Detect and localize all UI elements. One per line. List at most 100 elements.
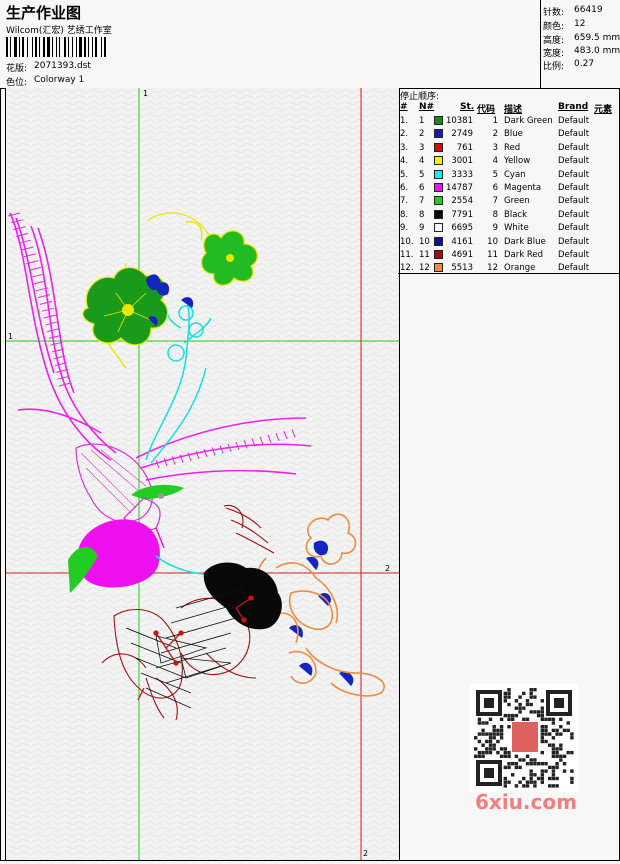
- stop-sequence-title: 停止顺序:: [400, 92, 440, 102]
- row-stitch-count: 10381: [445, 116, 473, 126]
- row-needle: 12: [419, 263, 430, 274]
- stop-sequence-row[interactable]: 11. 11 4691 11 Dark Red Default: [400, 250, 618, 263]
- row-needle: 8: [419, 209, 425, 220]
- row-index: 10.: [400, 236, 414, 247]
- axis-label-top: 1: [143, 89, 148, 98]
- stop-sequence-row[interactable]: 3. 3 761 3 Red Default: [400, 142, 618, 156]
- stop-sequence-row[interactable]: 7. 7 2554 7 Green Default: [400, 196, 618, 209]
- row-needle: 3: [419, 142, 425, 153]
- stop-sequence-row[interactable]: 12. 12 5513 12 Orange Default: [400, 263, 618, 276]
- row-stitch-count: 5513: [451, 263, 473, 274]
- row-brand: Default: [558, 250, 590, 260]
- color-swatch: [434, 236, 443, 246]
- stop-sequence-row[interactable]: 2. 2 2749 2 Blue Default: [400, 129, 618, 142]
- row-code: 8: [492, 209, 498, 220]
- color-swatch: [434, 250, 443, 259]
- row-code: 10: [487, 236, 498, 247]
- studio-name: Wilcom(汇宏) 艺绣工作室: [6, 26, 112, 36]
- row-code: 12: [487, 263, 498, 274]
- row-brand: Default: [558, 183, 590, 193]
- color-swatch: [434, 223, 443, 233]
- row-description: Yellow: [504, 156, 531, 167]
- row-index: 4.: [400, 156, 409, 167]
- colorway-value: Colorway 1: [34, 75, 85, 85]
- row-stitch-count: 3333: [451, 169, 473, 180]
- row-brand: Default: [558, 223, 590, 234]
- stat-colors: 颜色: 12: [543, 19, 586, 32]
- row-needle: 2: [419, 129, 425, 140]
- color-swatch: [434, 209, 443, 219]
- stop-sequence-row[interactable]: 4. 4 3001 4 Yellow Default: [400, 156, 618, 169]
- stat-stitches: 针数: 66419: [543, 5, 603, 18]
- color-swatch: [434, 263, 443, 273]
- row-code: 9: [492, 223, 498, 234]
- row-brand: Default: [558, 209, 590, 220]
- row-brand: Default: [558, 196, 590, 207]
- row-code: 6: [492, 183, 498, 193]
- row-stitch-count: 761: [456, 142, 473, 153]
- col-header-stitches: St.: [460, 102, 475, 112]
- row-needle: 11: [419, 250, 430, 260]
- col-header-element: 元素: [594, 105, 613, 115]
- row-needle: 5: [419, 169, 425, 180]
- row-brand: Default: [558, 156, 590, 167]
- stop-sequence-row[interactable]: 1. 1 10381 1 Dark Green Default: [400, 116, 618, 129]
- color-swatch: [434, 129, 443, 139]
- sheet-title: 生产作业图: [6, 4, 82, 22]
- color-swatch: [434, 169, 443, 179]
- row-description: Blue: [504, 129, 523, 140]
- row-index: 8.: [400, 209, 409, 220]
- row-needle: 9: [419, 223, 425, 234]
- sheet-header: 生产作业图 Wilcom(汇宏) 艺绣工作室 花版: 2071393.dst 色…: [0, 0, 620, 89]
- stop-sequence-row[interactable]: 8. 8 7791 8 Black Default: [400, 209, 618, 223]
- row-index: 9.: [400, 223, 409, 234]
- panel-divider: [398, 273, 619, 274]
- colorway-label: 色位:: [6, 78, 28, 88]
- row-description: Black: [504, 209, 527, 220]
- col-header-code: 代码: [477, 105, 496, 115]
- row-needle: 1: [419, 116, 425, 126]
- color-swatch: [434, 156, 443, 166]
- row-brand: Default: [558, 129, 590, 140]
- stamp-logo-icon: [512, 722, 538, 752]
- col-header-brand: Brand: [558, 102, 589, 112]
- row-brand: Default: [558, 236, 590, 247]
- row-index: 11.: [400, 250, 414, 260]
- stop-sequence-row[interactable]: 9. 9 6695 9 White Default: [400, 223, 618, 236]
- row-index: 6.: [400, 183, 409, 193]
- row-description: Orange: [504, 263, 536, 274]
- color-swatch: [434, 183, 443, 192]
- color-swatch: [434, 142, 443, 152]
- design-preview-canvas[interactable]: 1 1 2 2: [5, 88, 400, 860]
- row-code: 2: [492, 129, 498, 140]
- color-swatch: [434, 196, 443, 206]
- row-brand: Default: [558, 116, 590, 126]
- stop-sequence-row[interactable]: 5. 5 3333 5 Cyan Default: [400, 169, 618, 183]
- stop-sequence-row[interactable]: 10. 10 4161 10 Dark Blue Default: [400, 236, 618, 250]
- row-description: Magenta: [504, 183, 542, 193]
- axis-label-left: 1: [8, 332, 13, 341]
- stop-sequence-row[interactable]: 6. 6 14787 6 Magenta Default: [400, 183, 618, 196]
- row-stitch-count: 3001: [451, 156, 473, 167]
- row-stitch-count: 6695: [451, 223, 473, 234]
- row-description: Dark Red: [504, 250, 544, 260]
- row-brand: Default: [558, 263, 590, 274]
- row-index: 12.: [400, 263, 414, 274]
- color-swatch: [434, 116, 443, 125]
- col-header-description: 描述: [504, 105, 523, 115]
- row-stitch-count: 4161: [451, 236, 473, 247]
- row-stitch-count: 2554: [451, 196, 473, 207]
- barcode: [6, 37, 106, 57]
- row-brand: Default: [558, 169, 590, 180]
- row-brand: Default: [558, 142, 590, 153]
- site-watermark: 6xiu.com: [475, 790, 577, 814]
- stat-height: 高度: 659.5 mm: [543, 33, 620, 46]
- row-code: 1: [492, 116, 498, 126]
- row-index: 7.: [400, 196, 409, 207]
- row-needle: 10: [419, 236, 430, 247]
- stat-scale: 比例: 0.27: [543, 59, 595, 72]
- row-code: 3: [492, 142, 498, 153]
- row-stitch-count: 2749: [451, 129, 473, 140]
- axis-label-right: 2: [385, 564, 390, 573]
- row-needle: 4: [419, 156, 425, 167]
